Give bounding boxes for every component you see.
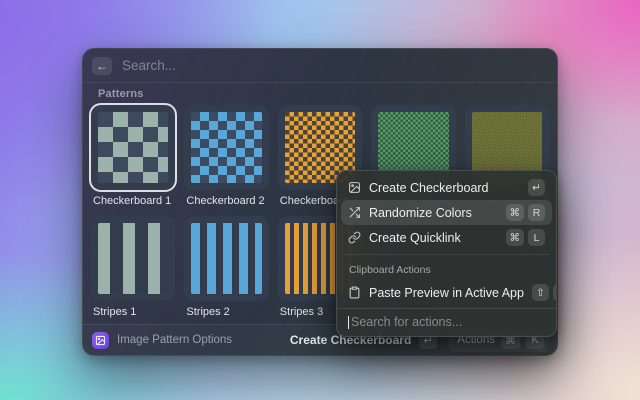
image-icon [95,335,106,346]
pattern-tile-checkerboard-1[interactable] [91,105,175,190]
menu-divider [344,254,549,255]
menu-item-label: Paste Preview in Active App [369,286,524,300]
return-key-badge: ↵ [528,179,545,196]
actions-search-placeholder: Search for actions... [351,315,462,329]
cmd-key-badge: ⌘ [506,204,525,221]
menu-item-label: Create Checkerboard [369,181,489,195]
pattern-label: Stripes 1 [91,306,175,319]
pattern-tile-checkerboard-2[interactable] [184,105,268,190]
menu-item-randomize-colors[interactable]: Randomize Colors ⌘ R [341,200,552,225]
menu-section-clipboard-actions: Clipboard Actions [341,259,552,280]
menu-item-label: Create Quicklink [369,231,461,245]
clipboard-icon [348,286,361,299]
menu-item-create-quicklink[interactable]: Create Quicklink ⌘ L [341,225,552,250]
r-key-badge: R [528,204,545,221]
menu-item-shortcut: ⇧ ⌘ V [532,284,557,301]
back-arrow-icon: ← [96,59,108,73]
pattern-tile-stripes-2[interactable] [184,216,268,301]
menu-item-paste-preview[interactable]: Paste Preview in Active App ⇧ ⌘ V [341,280,552,305]
pattern-tile-stripes-1[interactable] [91,216,175,301]
cmd-key-badge: ⌘ [506,229,525,246]
pattern-label: Checkerboard 2 [184,195,268,208]
search-bar: ← Search... [83,49,557,83]
actions-menu: Create Checkerboard ↵ Randomize Colors ⌘… [336,170,557,337]
pattern-cell: Stripes 1 [91,216,175,319]
back-button[interactable]: ← [92,57,112,75]
desktop-background: ← Search... Patterns Checkerboard 1 Chec… [0,0,640,400]
search-input[interactable]: Search... [122,58,176,73]
menu-item-shortcut: ⌘ L [506,229,546,246]
pattern-swatch [98,223,168,294]
actions-search-input[interactable]: Search for actions... [337,308,556,336]
shuffle-icon [348,206,361,219]
pattern-swatch [191,112,261,183]
app-icon [92,332,109,349]
menu-item-shortcut: ⌘ R [506,204,546,221]
cmd-key-badge: ⌘ [553,284,557,301]
link-icon [348,231,361,244]
menu-item-label: Randomize Colors [369,206,472,220]
image-icon [348,181,361,194]
text-caret [348,316,349,329]
menu-item-shortcut: ↵ [528,179,545,196]
patterns-section-title: Patterns [98,88,144,100]
footer-app-name: Image Pattern Options [117,334,232,346]
shift-key-badge: ⇧ [532,284,549,301]
pattern-cell: Checkerboard 2 [184,105,268,208]
pattern-swatch [191,223,261,294]
pattern-cell: Stripes 2 [184,216,268,319]
pattern-cell: Checkerboard 1 [91,105,175,208]
pattern-swatch [98,112,168,183]
l-key-badge: L [528,229,545,246]
pattern-label: Stripes 2 [184,306,268,319]
pattern-label: Checkerboard 1 [91,195,175,208]
menu-item-create-checkerboard[interactable]: Create Checkerboard ↵ [341,175,552,200]
